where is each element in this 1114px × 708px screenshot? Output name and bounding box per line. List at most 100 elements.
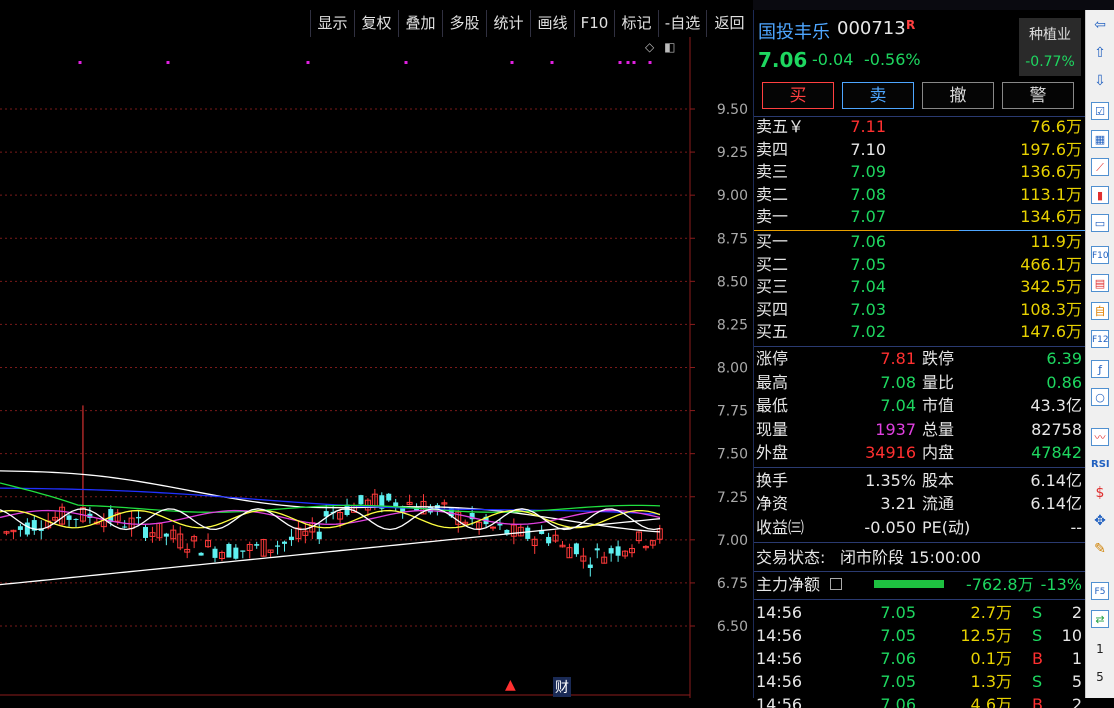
stat-row: 外盘 34916 内盘 47842 xyxy=(756,443,1082,462)
toolbar-back-button[interactable]: 返回 xyxy=(706,10,752,37)
candle-body xyxy=(594,548,600,551)
candle-body xyxy=(163,533,169,537)
candle-body xyxy=(24,522,30,535)
candle-body xyxy=(282,541,287,544)
candle-body xyxy=(386,493,392,501)
bid-row[interactable]: 买一 7.06 11.9万 xyxy=(756,231,1082,253)
candle-body xyxy=(546,536,552,544)
y-tick-label: 9.50 xyxy=(717,102,748,118)
financial-report-marker[interactable]: 财 xyxy=(553,677,571,697)
formula-icon[interactable]: ƒ xyxy=(1091,360,1109,378)
chart-toolbar: 显示 复权 叠加 多股 统计 画线 F10 标记 -自选 返回 xyxy=(0,10,753,37)
cancel-order-button[interactable]: 撤 xyxy=(922,82,994,109)
sell-button[interactable]: 卖 xyxy=(842,82,914,109)
kline-icon[interactable]: ▮ xyxy=(1091,186,1109,204)
candle-body xyxy=(233,547,239,559)
function-icon-strip: ⇦ ⇧ ⇩ ☑ ▦ ⟋ ▮ ▭ F10 ▤ 自 F12 ƒ ○ 〰 RSI $ … xyxy=(1085,10,1114,698)
checklist-icon[interactable]: ☑ xyxy=(1091,102,1109,120)
candle-body xyxy=(497,523,503,526)
refresh-icon[interactable]: ○ xyxy=(1091,388,1109,406)
fundamental-row: 换手 1.35% 股本 6.14亿 xyxy=(756,471,1082,490)
grid-table-icon[interactable]: ▦ xyxy=(1091,130,1109,148)
window-icon[interactable]: ▭ xyxy=(1091,214,1109,232)
bid-row[interactable]: 买五 7.02 147.6万 xyxy=(756,321,1082,343)
candle-body xyxy=(143,526,148,538)
bid-row[interactable]: 买三 7.04 342.5万 xyxy=(756,276,1082,298)
candle-body xyxy=(587,564,593,568)
event-marker xyxy=(618,61,622,64)
y-tick-label: 8.75 xyxy=(717,231,748,247)
price-change-pct: -0.56% xyxy=(864,50,921,69)
toolbar-draw-button[interactable]: 画线 xyxy=(530,10,574,37)
arrow-left-icon[interactable]: ⇦ xyxy=(1091,16,1109,34)
candle-body xyxy=(275,545,281,547)
rsi-icon[interactable]: RSI xyxy=(1091,456,1110,474)
candle-body xyxy=(358,495,364,505)
ask-row[interactable]: 卖五￥ 7.11 76.6万 xyxy=(756,116,1082,138)
y-tick-label: 7.75 xyxy=(717,404,748,420)
ask-row[interactable]: 卖二 7.08 113.1万 xyxy=(756,184,1082,206)
toolbar-watchlist-button[interactable]: -自选 xyxy=(658,10,706,37)
event-marker xyxy=(648,61,652,64)
y-tick-label: 7.50 xyxy=(717,447,748,463)
sector-change: -0.77% xyxy=(1025,54,1075,70)
toolbar-adjust-button[interactable]: 复权 xyxy=(354,10,398,37)
arrow-up-icon[interactable]: ⇧ xyxy=(1091,44,1109,62)
toolbar-f10-button[interactable]: F10 xyxy=(574,10,614,37)
y-tick-label: 6.50 xyxy=(717,619,748,635)
event-arrow-icon[interactable]: ▲ xyxy=(505,677,516,693)
fundamental-row: 净资 3.21 流通 6.14亿 xyxy=(756,494,1082,513)
bid-row[interactable]: 买四 7.03 108.3万 xyxy=(756,299,1082,321)
event-marker xyxy=(510,61,514,64)
last-price: 7.06 xyxy=(758,48,808,72)
f5-icon[interactable]: F5 xyxy=(1091,582,1109,600)
buy-button[interactable]: 买 xyxy=(762,82,834,109)
period-1-button[interactable]: 1 xyxy=(1091,640,1109,658)
bid-row[interactable]: 买二 7.05 466.1万 xyxy=(756,254,1082,276)
tick-row: 14:56 7.05 12.5万 S 10 xyxy=(756,626,1082,645)
candle-body xyxy=(525,527,531,539)
kline-chart-area[interactable]: 显示 复权 叠加 多股 统计 画线 F10 标记 -自选 返回 ◇ ◧ 9.50… xyxy=(0,0,753,698)
sector-name: 种植业 xyxy=(1029,27,1071,43)
f10-icon[interactable]: F10 xyxy=(1091,246,1109,264)
event-marker xyxy=(550,61,554,64)
candle-body xyxy=(66,515,72,520)
ask-row[interactable]: 卖四 7.10 197.6万 xyxy=(756,139,1082,161)
toolbar-display-button[interactable]: 显示 xyxy=(310,10,354,37)
candle-body xyxy=(198,552,204,556)
menu-icon[interactable] xyxy=(830,578,842,590)
document-icon[interactable]: ▤ xyxy=(1091,274,1109,292)
ask-row[interactable]: 卖三 7.09 136.6万 xyxy=(756,161,1082,183)
tick-row: 14:56 7.05 2.7万 S 2 xyxy=(756,603,1082,622)
sector-box[interactable]: 种植业 -0.77% xyxy=(1019,18,1081,76)
arrow-down-icon[interactable]: ⇩ xyxy=(1091,72,1109,90)
f12-icon[interactable]: F12 xyxy=(1091,330,1109,348)
stock-name[interactable]: 国投丰乐 xyxy=(758,18,830,44)
main-flow-row[interactable]: 主力净额 -762.8万 -13% xyxy=(756,573,1082,596)
move-icon[interactable]: ✥ xyxy=(1091,512,1109,530)
y-tick-label: 7.25 xyxy=(717,490,748,506)
ask-row[interactable]: 卖一 7.07 134.6万 xyxy=(756,206,1082,228)
event-marker xyxy=(78,61,82,64)
candle-body xyxy=(226,543,232,558)
y-tick-label: 8.25 xyxy=(717,317,748,333)
dollar-icon[interactable]: $ xyxy=(1091,484,1109,502)
margin-badge: R xyxy=(906,18,916,32)
candle-body xyxy=(136,516,142,519)
wave-indicator-icon[interactable]: 〰 xyxy=(1091,428,1109,446)
alert-button[interactable]: 警 xyxy=(1002,82,1074,109)
self-select-icon[interactable]: 自 xyxy=(1091,302,1109,320)
event-marker xyxy=(404,61,408,64)
flow-bar xyxy=(874,580,944,588)
switch-icon[interactable]: ⇄ xyxy=(1091,610,1109,628)
pencil-icon[interactable]: ✎ xyxy=(1091,540,1109,558)
quote-panel: 国投丰乐 000713 R 7.06 -0.04 -0.56% 种植业 -0.7… xyxy=(753,10,1086,708)
candle-body xyxy=(573,543,579,555)
toolbar-statistics-button[interactable]: 统计 xyxy=(486,10,530,37)
candlestick-chart[interactable]: 9.50 9.25 9.00 8.75 8.50 8.25 8.00 7.75 7.50 7.25… xyxy=(0,37,753,698)
toolbar-multi-stock-button[interactable]: 多股 xyxy=(442,10,486,37)
line-chart-icon[interactable]: ⟋ xyxy=(1091,158,1109,176)
toolbar-overlay-button[interactable]: 叠加 xyxy=(398,10,442,37)
period-5-button[interactable]: 5 xyxy=(1091,668,1109,686)
toolbar-mark-button[interactable]: 标记 xyxy=(614,10,658,37)
